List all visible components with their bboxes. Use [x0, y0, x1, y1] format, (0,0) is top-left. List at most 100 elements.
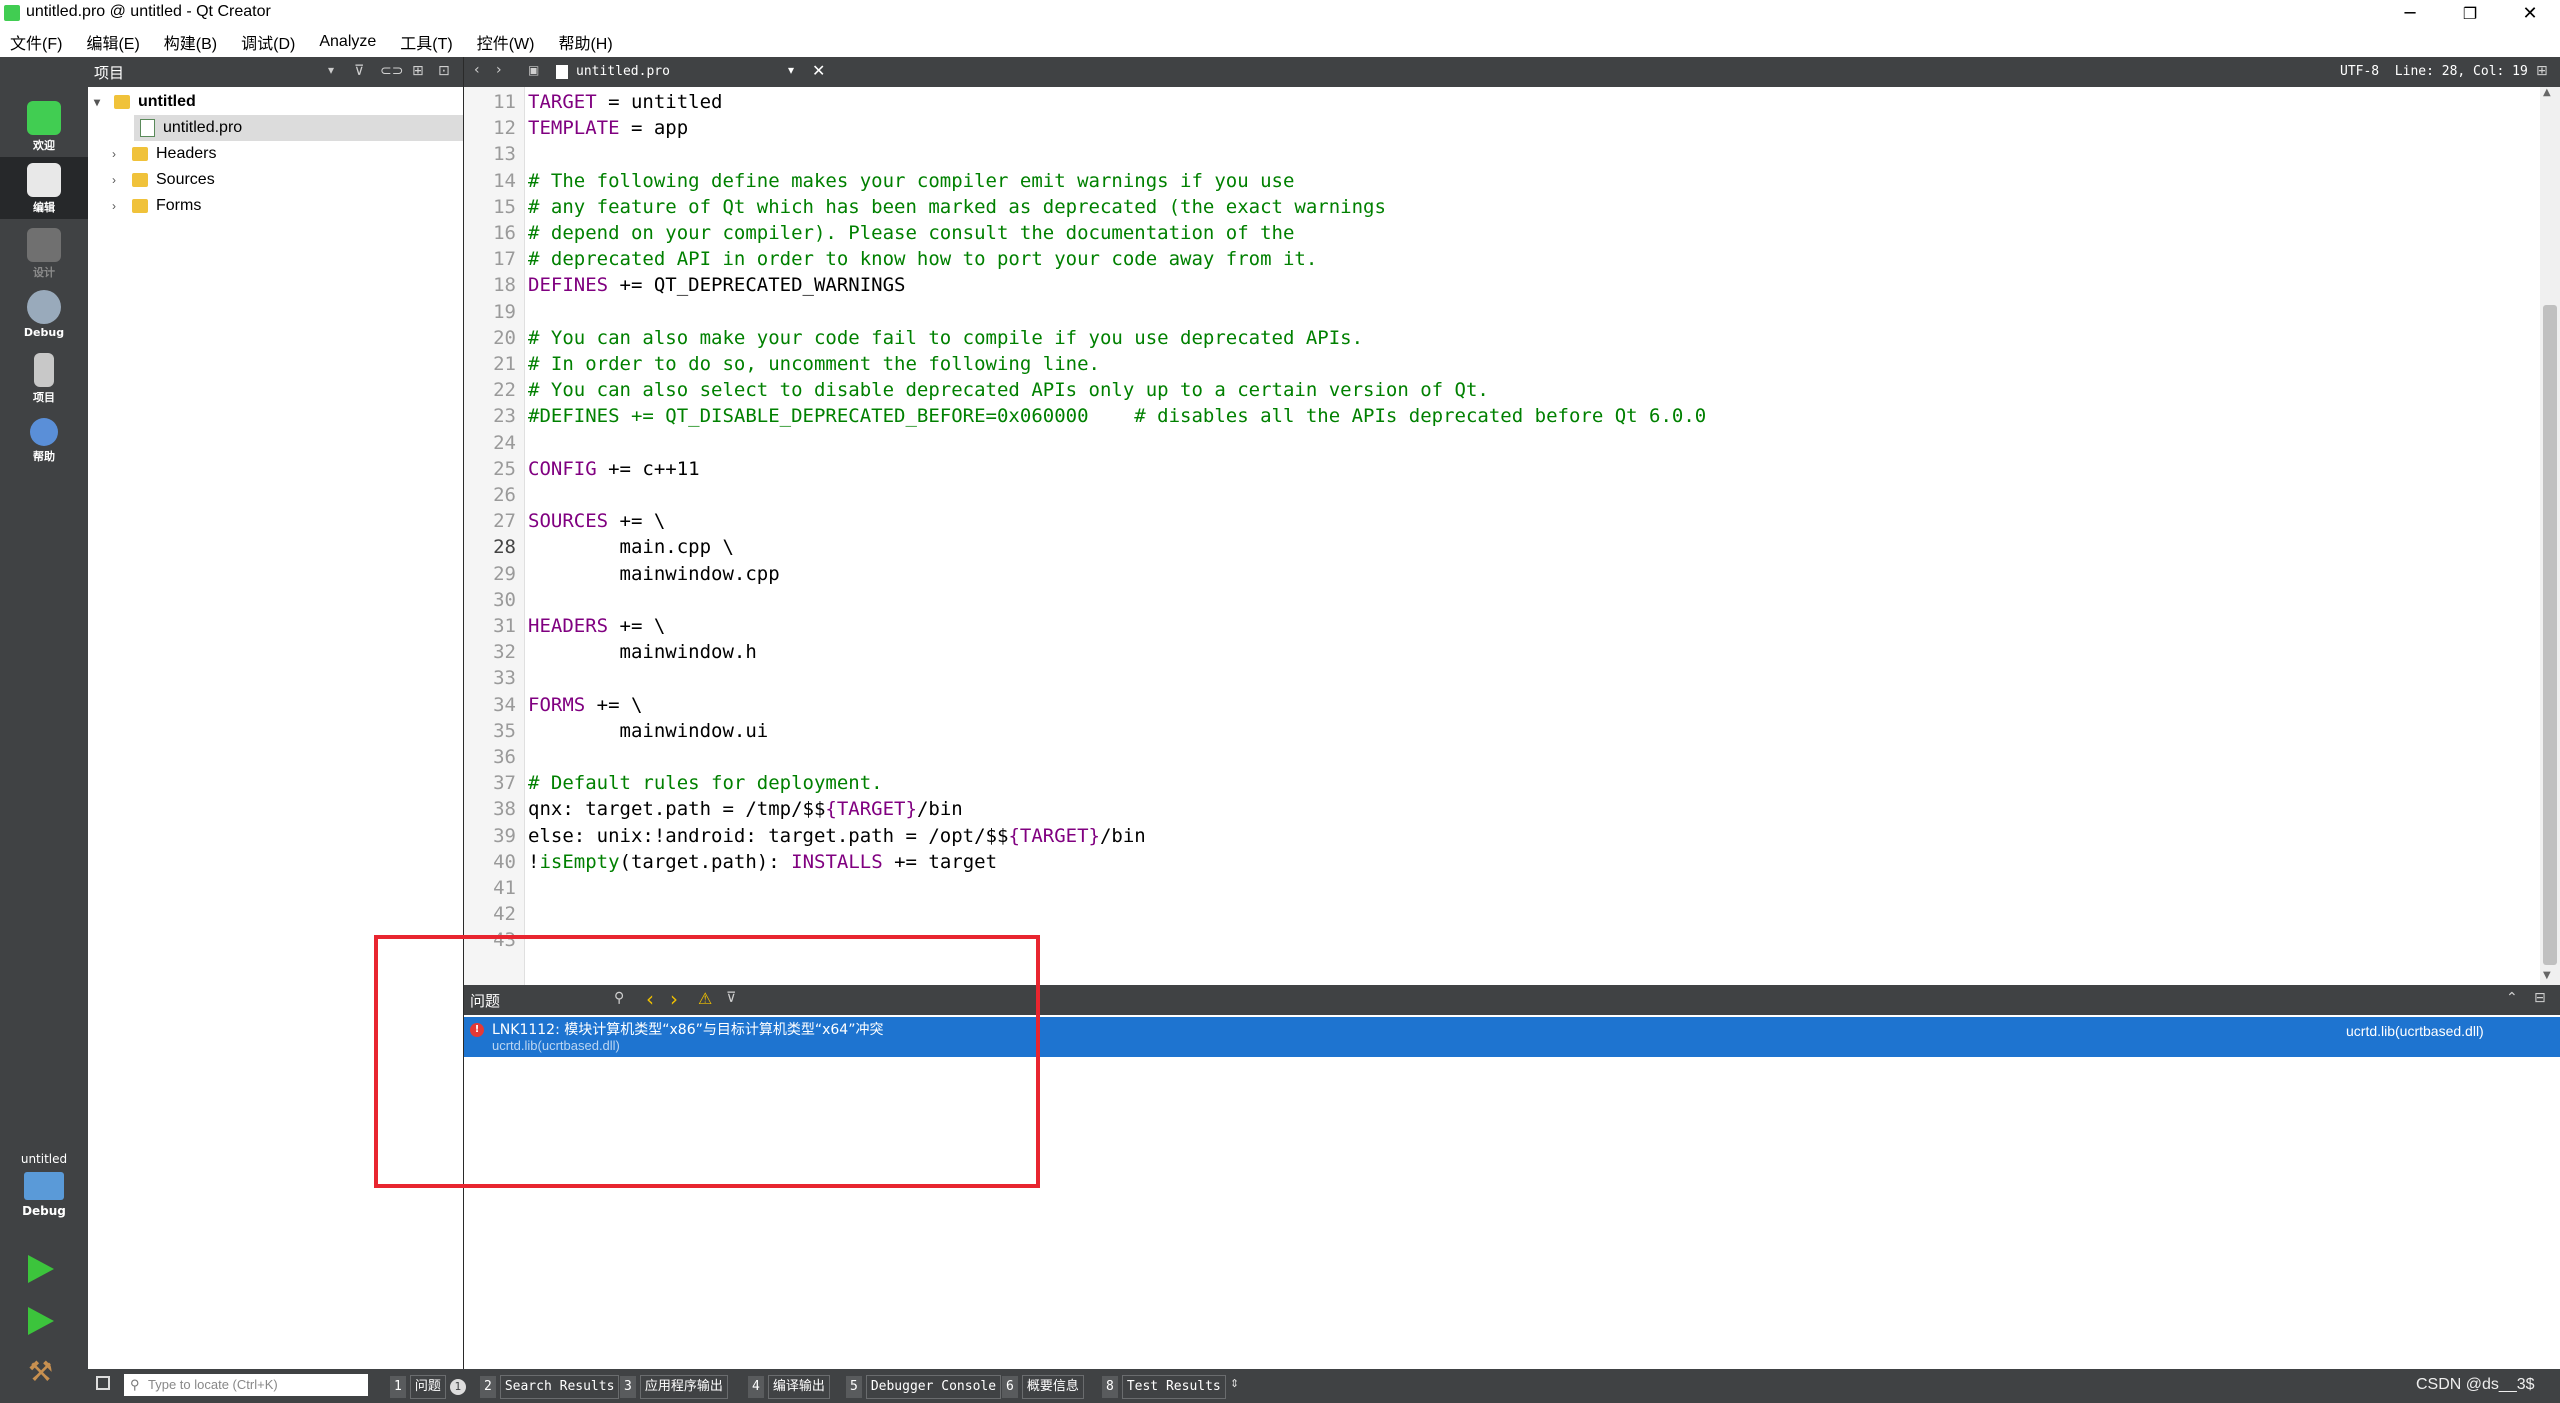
mode-projects[interactable]: 项目	[0, 347, 88, 409]
menu-file[interactable]: 文件(F)	[10, 30, 62, 54]
code-line[interactable]: 40 !isEmpty(target.path): INSTALLS += tar…	[464, 849, 997, 875]
split-editor-icon[interactable]: ⊞	[2536, 63, 2548, 79]
chevron-right-icon[interactable]: ›	[112, 193, 132, 219]
code-line[interactable]: 26	[464, 482, 528, 508]
close-pane-icon[interactable]: ⊟	[2534, 990, 2546, 1006]
code-line[interactable]: 29 mainwindow.cpp	[464, 561, 780, 587]
tree-item-headers[interactable]: › Headers	[112, 141, 462, 167]
more-tabs-icon[interactable]: ⇕	[1230, 1377, 1239, 1390]
scrollbar-thumb[interactable]	[2543, 305, 2557, 965]
output-tab-issues[interactable]: 1 问题 1	[390, 1375, 466, 1399]
output-tab-test-results[interactable]: 8 Test Results	[1102, 1375, 1226, 1399]
menu-build[interactable]: 构建(B)	[164, 30, 217, 54]
link-icon[interactable]: ⊂⊃	[380, 63, 403, 79]
code-line[interactable]: 14 # The following define makes your comp…	[464, 168, 1294, 194]
chevron-right-icon[interactable]: ›	[112, 167, 132, 193]
line-number: 24	[493, 431, 516, 454]
filter-icon[interactable]: ⊽	[354, 63, 364, 79]
output-tab-debugger-console[interactable]: 5 Debugger Console	[846, 1375, 1002, 1399]
code-line[interactable]: 15 # any feature of Qt which has been mar…	[464, 194, 1386, 220]
locator-input[interactable]: ⚲ Type to locate (Ctrl+K)	[124, 1374, 368, 1396]
split-icon[interactable]: ⊞	[412, 63, 424, 79]
code-line[interactable]: 13	[464, 141, 528, 167]
minimize-button[interactable]: ─	[2380, 0, 2440, 27]
tree-item-forms[interactable]: › Forms	[112, 193, 462, 219]
menu-analyze[interactable]: Analyze	[319, 33, 376, 51]
code-line[interactable]: 24	[464, 430, 528, 456]
run-icon[interactable]	[28, 1255, 54, 1283]
view-dropdown-icon[interactable]: ▾	[328, 63, 334, 77]
line-number: 26	[493, 484, 516, 506]
code-line[interactable]: 28 main.cpp \	[464, 534, 734, 560]
code-line[interactable]: 33	[464, 665, 528, 691]
mode-edit[interactable]: 编辑	[0, 157, 88, 219]
close-document-icon[interactable]: ✕	[812, 61, 825, 80]
code-line[interactable]: 39 else: unix:!android: target.path = /op…	[464, 823, 1146, 849]
code-line[interactable]: 16 # depend on your compiler). Please con…	[464, 220, 1294, 246]
back-arrow-icon[interactable]: ‹	[474, 62, 480, 78]
code-line[interactable]: 38 qnx: target.path = /tmp/$${TARGET}/bin	[464, 796, 963, 822]
cursor-position-status[interactable]: UTF-8 Line: 28, Col: 19	[2340, 64, 2528, 79]
code-line[interactable]: 41	[464, 875, 528, 901]
menu-help[interactable]: 帮助(H)	[558, 30, 612, 54]
output-tab-summary[interactable]: 6 概要信息	[1002, 1375, 1084, 1399]
help-icon	[30, 418, 58, 446]
document-dropdown-icon[interactable]: ▾	[788, 63, 794, 77]
code-line[interactable]: 31 HEADERS += \	[464, 613, 665, 639]
menu-tools[interactable]: 工具(T)	[400, 30, 452, 54]
menu-controls[interactable]: 控件(W)	[477, 30, 535, 54]
scroll-up-icon[interactable]: ▲	[2543, 87, 2551, 98]
code-line[interactable]: 34 FORMS += \	[464, 692, 642, 718]
mode-design[interactable]: 设计	[0, 222, 88, 284]
output-tab-app-output[interactable]: 3 应用程序输出	[620, 1375, 728, 1399]
code-line[interactable]: 18 DEFINES += QT_DEPRECATED_WARNINGS	[464, 272, 905, 298]
code-token: += \	[585, 693, 643, 716]
kit-selector[interactable]: untitled Debug	[0, 1152, 88, 1218]
project-pane-title: 项目	[94, 64, 125, 82]
tree-item-pro-file[interactable]: untitled.pro	[134, 115, 464, 141]
close-pane-icon[interactable]: ⊡	[438, 63, 450, 79]
code-line[interactable]: 12 TEMPLATE = app	[464, 115, 688, 141]
issue-location[interactable]: ucrtd.lib(ucrtbased.dll)	[2346, 1023, 2484, 1039]
scroll-down-icon[interactable]: ▼	[2543, 970, 2551, 981]
menu-debug[interactable]: 调试(D)	[241, 30, 295, 54]
mode-welcome[interactable]: 欢迎	[0, 95, 88, 157]
build-hammer-icon[interactable]: ⚒	[28, 1357, 58, 1387]
code-line[interactable]: 30	[464, 587, 528, 613]
code-line[interactable]: 19	[464, 299, 528, 325]
mode-help[interactable]: 帮助	[0, 412, 88, 474]
output-tab-compile-output[interactable]: 4 编译输出	[748, 1375, 830, 1399]
menu-edit[interactable]: 编辑(E)	[86, 30, 139, 54]
close-button[interactable]: ✕	[2500, 0, 2560, 27]
chevron-down-icon[interactable]: ▾	[94, 89, 114, 115]
code-line[interactable]: 17 # deprecated API in order to know how …	[464, 246, 1317, 272]
code-line[interactable]: 32 mainwindow.h	[464, 639, 757, 665]
code-line[interactable]: 21 # In order to do so, uncomment the fol…	[464, 351, 1100, 377]
tree-item-sources[interactable]: › Sources	[112, 167, 462, 193]
line-number: 20	[493, 326, 516, 349]
output-tab-search-results[interactable]: 2 Search Results	[480, 1375, 620, 1399]
chevron-right-icon[interactable]: ›	[112, 141, 132, 167]
tree-item-project-root[interactable]: ▾ untitled	[88, 89, 470, 115]
code-line[interactable]: 25 CONFIG += c++11	[464, 456, 699, 482]
forward-arrow-icon[interactable]: ›	[496, 62, 502, 78]
code-line[interactable]: 37 # Default rules for deployment.	[464, 770, 883, 796]
code-line[interactable]: 42	[464, 901, 528, 927]
tab-label: Test Results	[1121, 1375, 1226, 1399]
tab-label: 应用程序输出	[639, 1375, 728, 1399]
maximize-pane-icon[interactable]: ⌃	[2506, 990, 2518, 1006]
code-line[interactable]: 27 SOURCES += \	[464, 508, 665, 534]
code-line[interactable]: 11 TARGET = untitled	[464, 89, 722, 115]
editor-tab-filename[interactable]: untitled.pro	[576, 64, 670, 79]
code-line[interactable]: 20 # You can also make your code fail to …	[464, 325, 1363, 351]
code-line[interactable]: 36	[464, 744, 528, 770]
code-line[interactable]: 22 # You can also select to disable depre…	[464, 377, 1489, 403]
toggle-sidebar-icon[interactable]	[96, 1376, 110, 1390]
debug-run-icon[interactable]	[28, 1307, 54, 1335]
code-line[interactable]: 35 mainwindow.ui	[464, 718, 768, 744]
mode-debug[interactable]: Debug	[0, 284, 88, 346]
code-line[interactable]: 23 #DEFINES += QT_DISABLE_DEPRECATED_BEFO…	[464, 403, 1706, 429]
tab-number: 4	[748, 1376, 764, 1398]
restore-button[interactable]: ❐	[2440, 0, 2500, 27]
line-number: 19	[493, 300, 516, 323]
